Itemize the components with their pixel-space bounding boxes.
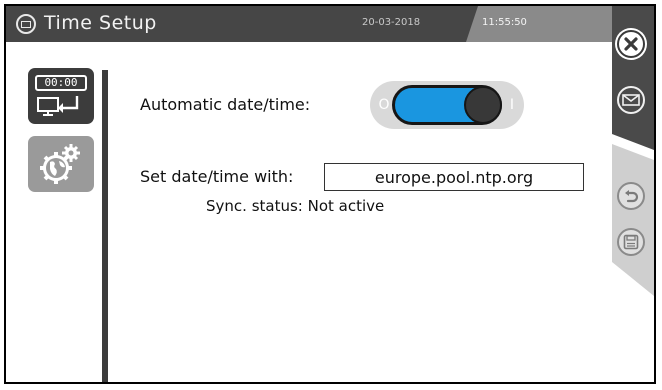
undo-button[interactable] (617, 182, 645, 210)
toggle-on-symbol: I (509, 97, 515, 113)
ntp-server-input[interactable] (324, 163, 584, 191)
toggle-knob[interactable] (464, 86, 502, 124)
ntp-server-label: Set date/time with: (140, 167, 294, 186)
right-action-bar-bottom (612, 144, 654, 296)
right-action-bar-top (612, 6, 654, 150)
envelope-icon (622, 94, 640, 106)
page-title: Time Setup (44, 12, 157, 34)
nav-tile-date-time[interactable]: 00:00 (28, 68, 94, 124)
sync-status-text: Sync. status: Not active (206, 197, 385, 215)
header-time: 11:55:50 (482, 17, 527, 28)
send-button[interactable] (617, 86, 645, 114)
automatic-date-time-label: Automatic date/time: (140, 95, 311, 114)
undo-icon (625, 190, 639, 203)
save-button[interactable] (617, 228, 645, 256)
close-icon (624, 37, 638, 51)
calendar-app-icon (16, 14, 36, 34)
clock-readout: 00:00 (35, 75, 87, 91)
header-bar: Time Setup 20-03-2018 11:55:50 (6, 6, 654, 42)
close-button[interactable] (617, 30, 645, 58)
header-date: 20-03-2018 (362, 17, 421, 28)
app-frame: Time Setup 20-03-2018 11:55:50 00:00 Aut… (4, 4, 656, 384)
floppy-disk-icon (623, 234, 639, 250)
nav-tile-network[interactable] (28, 136, 94, 192)
left-nav-divider (102, 70, 108, 382)
time-setup-screen: Time Setup 20-03-2018 11:55:50 00:00 Aut… (0, 0, 662, 390)
date-time-settings-icon (37, 96, 79, 116)
automatic-date-time-toggle[interactable]: O I (370, 81, 524, 129)
network-globe-gear-icon (40, 144, 80, 184)
toggle-off-symbol: O (378, 97, 390, 113)
